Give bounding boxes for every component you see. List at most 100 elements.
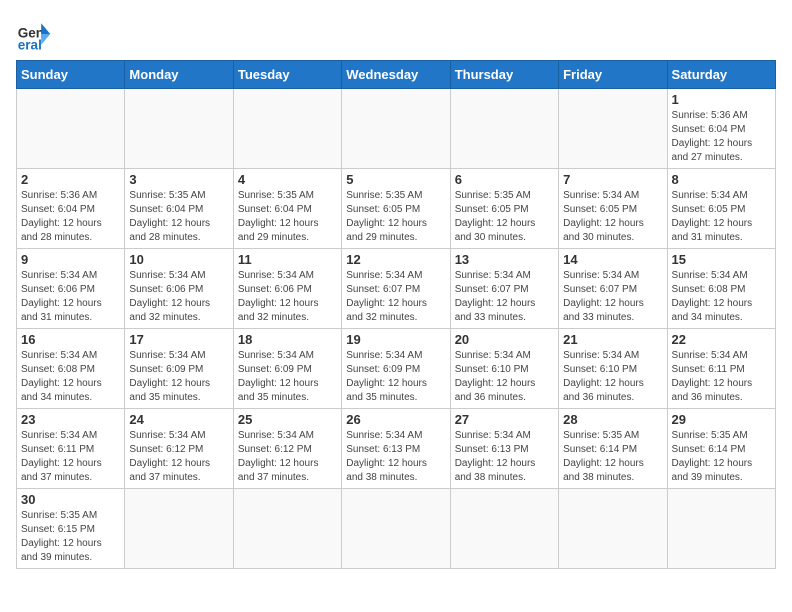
day-info: Sunrise: 5:34 AM Sunset: 6:08 PM Dayligh… (672, 269, 771, 325)
day-number: 13 (455, 252, 554, 267)
day-cell: 26 Sunrise: 5:34 AM Sunset: 6:13 PM Dayli… (342, 409, 450, 489)
day-cell: 28 Sunrise: 5:35 AM Sunset: 6:14 PM Dayli… (559, 409, 667, 489)
calendar: SundayMondayTuesdayWednesdayThursdayFrid… (16, 60, 776, 569)
day-info: Sunrise: 5:34 AM Sunset: 6:06 PM Dayligh… (238, 269, 337, 325)
logo: Gen eral (16, 16, 58, 52)
day-info: Sunrise: 5:34 AM Sunset: 6:09 PM Dayligh… (346, 349, 445, 405)
day-cell: 1Sunrise: 5:36 AM Sunset: 6:04 PM Daylig… (667, 89, 775, 169)
day-info: Sunrise: 5:36 AM Sunset: 6:04 PM Dayligh… (21, 189, 120, 245)
day-number: 30 (21, 492, 120, 507)
day-info: Sunrise: 5:35 AM Sunset: 6:05 PM Dayligh… (455, 189, 554, 245)
day-cell: 21 Sunrise: 5:34 AM Sunset: 6:10 PM Dayli… (559, 329, 667, 409)
day-cell: 20Sunrise: 5:34 AM Sunset: 6:10 PM Dayli… (450, 329, 558, 409)
day-info: Sunrise: 5:35 AM Sunset: 6:14 PM Dayligh… (672, 429, 771, 485)
day-number: 2 (21, 172, 120, 187)
day-info: Sunrise: 5:34 AM Sunset: 6:09 PM Dayligh… (129, 349, 228, 405)
day-cell: 19Sunrise: 5:34 AM Sunset: 6:09 PM Dayli… (342, 329, 450, 409)
day-cell: 27Sunrise: 5:34 AM Sunset: 6:13 PM Dayli… (450, 409, 558, 489)
day-info: Sunrise: 5:34 AM Sunset: 6:05 PM Dayligh… (563, 189, 662, 245)
day-cell: 8 Sunrise: 5:34 AM Sunset: 6:05 PM Daylig… (667, 169, 775, 249)
week-row-4: 16 Sunrise: 5:34 AM Sunset: 6:08 PM Dayli… (17, 329, 776, 409)
day-cell: 16 Sunrise: 5:34 AM Sunset: 6:08 PM Dayli… (17, 329, 125, 409)
day-number: 20 (455, 332, 554, 347)
day-cell (17, 89, 125, 169)
day-number: 18 (238, 332, 337, 347)
day-header-monday: Monday (125, 61, 233, 89)
day-cell: 2 Sunrise: 5:36 AM Sunset: 6:04 PM Daylig… (17, 169, 125, 249)
day-number: 3 (129, 172, 228, 187)
day-info: Sunrise: 5:35 AM Sunset: 6:14 PM Dayligh… (563, 429, 662, 485)
day-header-thursday: Thursday (450, 61, 558, 89)
day-cell (125, 89, 233, 169)
day-info: Sunrise: 5:34 AM Sunset: 6:07 PM Dayligh… (563, 269, 662, 325)
day-number: 12 (346, 252, 445, 267)
day-number: 24 (129, 412, 228, 427)
day-number: 21 (563, 332, 662, 347)
day-number: 10 (129, 252, 228, 267)
day-number: 14 (563, 252, 662, 267)
day-header-wednesday: Wednesday (342, 61, 450, 89)
week-row-1: 1Sunrise: 5:36 AM Sunset: 6:04 PM Daylig… (17, 89, 776, 169)
day-info: Sunrise: 5:34 AM Sunset: 6:07 PM Dayligh… (455, 269, 554, 325)
day-info: Sunrise: 5:34 AM Sunset: 6:06 PM Dayligh… (21, 269, 120, 325)
day-cell: 25 Sunrise: 5:34 AM Sunset: 6:12 PM Dayli… (233, 409, 341, 489)
day-info: Sunrise: 5:34 AM Sunset: 6:06 PM Dayligh… (129, 269, 228, 325)
day-info: Sunrise: 5:34 AM Sunset: 6:09 PM Dayligh… (238, 349, 337, 405)
day-number: 1 (672, 92, 771, 107)
day-cell: 18 Sunrise: 5:34 AM Sunset: 6:09 PM Dayli… (233, 329, 341, 409)
day-header-saturday: Saturday (667, 61, 775, 89)
day-cell: 9 Sunrise: 5:34 AM Sunset: 6:06 PM Daylig… (17, 249, 125, 329)
day-number: 22 (672, 332, 771, 347)
day-number: 9 (21, 252, 120, 267)
day-info: Sunrise: 5:35 AM Sunset: 6:04 PM Dayligh… (129, 189, 228, 245)
day-cell (559, 489, 667, 569)
day-number: 28 (563, 412, 662, 427)
day-cell: 10 Sunrise: 5:34 AM Sunset: 6:06 PM Dayli… (125, 249, 233, 329)
day-cell (342, 89, 450, 169)
day-cell: 11Sunrise: 5:34 AM Sunset: 6:06 PM Dayli… (233, 249, 341, 329)
day-cell: 23Sunrise: 5:34 AM Sunset: 6:11 PM Dayli… (17, 409, 125, 489)
day-number: 26 (346, 412, 445, 427)
day-info: Sunrise: 5:34 AM Sunset: 6:11 PM Dayligh… (21, 429, 120, 485)
day-cell: 17 Sunrise: 5:34 AM Sunset: 6:09 PM Dayli… (125, 329, 233, 409)
day-info: Sunrise: 5:34 AM Sunset: 6:13 PM Dayligh… (346, 429, 445, 485)
logo-icon: Gen eral (16, 16, 52, 52)
day-number: 8 (672, 172, 771, 187)
day-header-tuesday: Tuesday (233, 61, 341, 89)
day-cell: 30 Sunrise: 5:35 AM Sunset: 6:15 PM Dayli… (17, 489, 125, 569)
day-number: 29 (672, 412, 771, 427)
day-number: 7 (563, 172, 662, 187)
day-cell (125, 489, 233, 569)
day-number: 17 (129, 332, 228, 347)
day-header-sunday: Sunday (17, 61, 125, 89)
week-row-3: 9 Sunrise: 5:34 AM Sunset: 6:06 PM Daylig… (17, 249, 776, 329)
day-info: Sunrise: 5:35 AM Sunset: 6:15 PM Dayligh… (21, 509, 120, 565)
day-header-friday: Friday (559, 61, 667, 89)
day-info: Sunrise: 5:34 AM Sunset: 6:13 PM Dayligh… (455, 429, 554, 485)
day-cell (559, 89, 667, 169)
day-info: Sunrise: 5:34 AM Sunset: 6:12 PM Dayligh… (238, 429, 337, 485)
day-number: 25 (238, 412, 337, 427)
day-cell (450, 489, 558, 569)
week-row-5: 23Sunrise: 5:34 AM Sunset: 6:11 PM Dayli… (17, 409, 776, 489)
day-cell (233, 489, 341, 569)
day-cell: 15 Sunrise: 5:34 AM Sunset: 6:08 PM Dayli… (667, 249, 775, 329)
day-info: Sunrise: 5:34 AM Sunset: 6:10 PM Dayligh… (563, 349, 662, 405)
day-number: 15 (672, 252, 771, 267)
day-info: Sunrise: 5:34 AM Sunset: 6:05 PM Dayligh… (672, 189, 771, 245)
day-cell: 4 Sunrise: 5:35 AM Sunset: 6:04 PM Daylig… (233, 169, 341, 249)
day-number: 6 (455, 172, 554, 187)
svg-text:eral: eral (18, 37, 42, 52)
day-cell: 5Sunrise: 5:35 AM Sunset: 6:05 PM Daylig… (342, 169, 450, 249)
day-info: Sunrise: 5:35 AM Sunset: 6:04 PM Dayligh… (238, 189, 337, 245)
day-cell: 6 Sunrise: 5:35 AM Sunset: 6:05 PM Daylig… (450, 169, 558, 249)
day-info: Sunrise: 5:34 AM Sunset: 6:08 PM Dayligh… (21, 349, 120, 405)
day-number: 16 (21, 332, 120, 347)
day-cell (342, 489, 450, 569)
day-cell: 22Sunrise: 5:34 AM Sunset: 6:11 PM Dayli… (667, 329, 775, 409)
day-cell (450, 89, 558, 169)
day-number: 4 (238, 172, 337, 187)
week-row-2: 2 Sunrise: 5:36 AM Sunset: 6:04 PM Daylig… (17, 169, 776, 249)
day-cell: 14 Sunrise: 5:34 AM Sunset: 6:07 PM Dayli… (559, 249, 667, 329)
day-number: 5 (346, 172, 445, 187)
